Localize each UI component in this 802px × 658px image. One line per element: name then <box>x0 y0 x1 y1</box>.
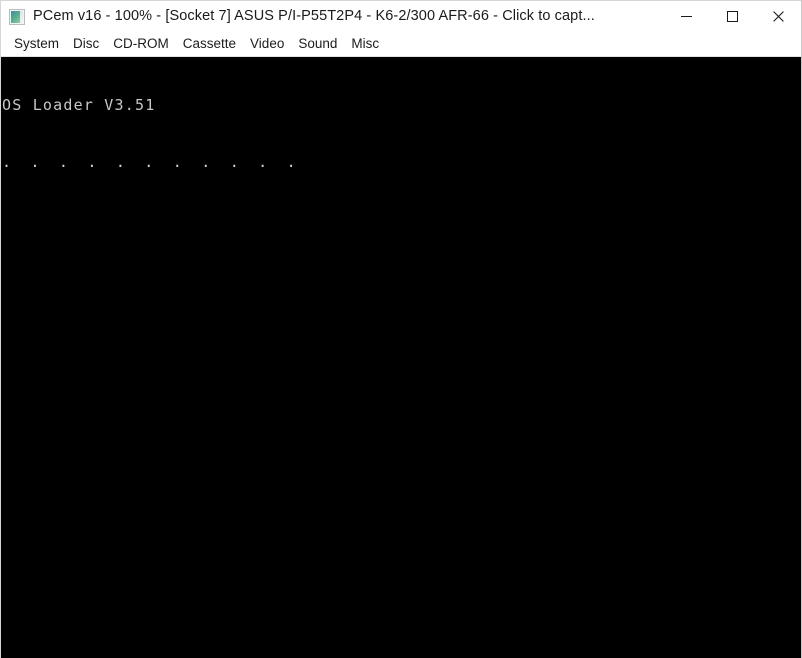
minimize-icon <box>680 11 692 22</box>
title-bar[interactable]: PCem v16 - 100% - [Socket 7] ASUS P/I-P5… <box>1 1 801 32</box>
pcem-main-window: PCem v16 - 100% - [Socket 7] ASUS P/I-P5… <box>0 0 802 658</box>
console-line-loader-version: OS Loader V3.51 <box>2 96 156 114</box>
menu-item-sound[interactable]: Sound <box>291 32 344 56</box>
close-icon <box>772 11 784 22</box>
maximize-icon <box>726 11 738 22</box>
menu-item-system[interactable]: System <box>7 32 66 56</box>
menu-item-video[interactable]: Video <box>243 32 291 56</box>
menu-item-misc[interactable]: Misc <box>344 32 386 56</box>
menu-item-disc[interactable]: Disc <box>66 32 106 56</box>
menu-item-cd-rom[interactable]: CD-ROM <box>106 32 176 56</box>
maximize-button[interactable] <box>709 1 755 32</box>
pcem-monitor-icon <box>9 8 25 25</box>
minimize-button[interactable] <box>663 1 709 32</box>
console-output: OS Loader V3.51 . . . . . . . . . . . <box>1 58 301 210</box>
window-controls <box>663 1 801 32</box>
console-line-progress-dots: . . . . . . . . . . . <box>2 153 301 171</box>
window-title: PCem v16 - 100% - [Socket 7] ASUS P/I-P5… <box>33 8 595 24</box>
emulator-screen[interactable]: OS Loader V3.51 . . . . . . . . . . . <box>1 57 801 658</box>
close-button[interactable] <box>755 1 801 32</box>
menu-item-cassette[interactable]: Cassette <box>176 32 243 56</box>
menu-bar: System Disc CD-ROM Cassette Video Sound … <box>1 32 801 57</box>
